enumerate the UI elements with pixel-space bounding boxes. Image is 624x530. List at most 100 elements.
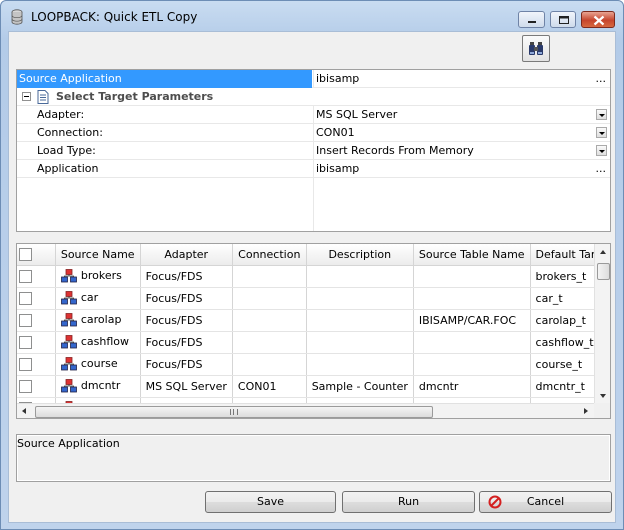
cell-description[interactable] <box>306 287 414 310</box>
cell-adapter[interactable]: Focus/FDS <box>140 309 233 332</box>
table-row[interactable]: dmcntr MS SQL Server CON01 Sample - Counter… <box>17 375 610 398</box>
table-row[interactable]: brokers Focus/FDS brokers_t <box>17 265 610 288</box>
cell-connection[interactable] <box>232 353 307 376</box>
property-value[interactable]: ibisamp ... <box>313 160 610 178</box>
document-icon <box>37 90 49 104</box>
scroll-left-arrow[interactable] <box>22 408 26 414</box>
vertical-scrollbar[interactable] <box>594 244 610 403</box>
maximize-button[interactable] <box>550 11 576 28</box>
select-all-checkbox[interactable] <box>19 248 32 261</box>
vertical-scroll-thumb[interactable] <box>597 263 610 280</box>
property-value-text: Insert Records From Memory <box>316 144 474 157</box>
table-node-icon <box>60 269 77 283</box>
property-row-source-application[interactable]: Source Application ibisamp ... <box>17 70 610 88</box>
cancel-icon <box>488 495 502 509</box>
property-row-connection[interactable]: Connection: CON01 <box>17 124 610 142</box>
cell-connection[interactable] <box>232 287 307 310</box>
collapse-icon[interactable] <box>22 92 31 101</box>
table-row[interactable]: course Focus/FDS course_t <box>17 353 610 376</box>
cell-description[interactable] <box>306 265 414 288</box>
table-row[interactable]: car Focus/FDS car_t <box>17 287 610 310</box>
property-value[interactable]: MS SQL Server <box>313 106 610 124</box>
horizontal-scrollbar[interactable] <box>17 403 594 418</box>
cell-source-table[interactable] <box>413 265 531 288</box>
scroll-grip <box>230 409 238 415</box>
row-select-cell[interactable] <box>17 353 56 376</box>
ellipsis-button[interactable]: ... <box>596 70 607 87</box>
cell-source-table[interactable]: IBISAMP/CAR.FOC <box>413 309 531 332</box>
property-value[interactable]: Insert Records From Memory <box>313 142 610 160</box>
cell-connection[interactable] <box>232 309 307 332</box>
property-row-adapter[interactable]: Adapter: MS SQL Server <box>17 106 610 124</box>
row-select-cell[interactable] <box>17 309 56 332</box>
close-icon <box>593 15 605 26</box>
row-select-cell[interactable] <box>17 287 56 310</box>
source-table: Source Name Adapter Connection Descripti… <box>17 244 610 418</box>
title-bar[interactable]: LOOPBACK: Quick ETL Copy <box>1 1 623 31</box>
dropdown-arrow-icon[interactable] <box>596 127 607 138</box>
property-row-application[interactable]: Application ibisamp ... <box>17 160 610 178</box>
cell-source-name[interactable]: carolap <box>55 309 141 332</box>
dropdown-arrow-icon[interactable] <box>596 109 607 120</box>
cell-source-name[interactable]: car <box>55 287 141 310</box>
cell-adapter[interactable]: Focus/FDS <box>140 287 233 310</box>
property-category-target[interactable]: Select Target Parameters <box>17 88 610 106</box>
row-checkbox[interactable] <box>19 357 32 371</box>
find-button[interactable] <box>522 35 550 62</box>
column-header[interactable]: Description <box>306 244 414 266</box>
table-node-icon <box>60 291 77 305</box>
cell-connection[interactable] <box>232 265 307 288</box>
cell-description[interactable]: Sample - Counter <box>306 375 414 398</box>
cell-source-table[interactable] <box>413 331 531 354</box>
close-button[interactable] <box>581 11 615 28</box>
description-panel: Source Application <box>16 434 611 482</box>
cell-adapter[interactable]: Focus/FDS <box>140 353 233 376</box>
cell-source-name[interactable]: cashflow <box>55 331 141 354</box>
row-checkbox[interactable] <box>19 291 32 305</box>
property-value[interactable]: ibisamp ... <box>313 70 610 88</box>
source-name-text: cashflow <box>80 335 129 348</box>
cell-adapter[interactable]: Focus/FDS <box>140 331 233 354</box>
property-value[interactable]: CON01 <box>313 124 610 142</box>
row-select-cell[interactable] <box>17 265 56 288</box>
column-header[interactable]: Connection <box>232 244 307 266</box>
horizontal-scroll-thumb[interactable] <box>35 406 433 418</box>
save-button[interactable]: Save <box>205 491 336 513</box>
row-checkbox[interactable] <box>19 313 32 327</box>
column-header[interactable]: Adapter <box>140 244 233 266</box>
cell-connection[interactable]: CON01 <box>232 375 307 398</box>
dropdown-arrow-icon[interactable] <box>596 145 607 156</box>
scroll-up-arrow[interactable] <box>600 250 606 254</box>
row-checkbox[interactable] <box>19 335 32 349</box>
column-header[interactable]: Source Name <box>55 244 141 266</box>
row-checkbox[interactable] <box>19 379 32 393</box>
row-select-cell[interactable] <box>17 375 56 398</box>
run-button[interactable]: Run <box>342 491 475 513</box>
row-checkbox[interactable] <box>19 269 32 283</box>
source-name-text: course <box>80 357 118 370</box>
cell-description[interactable] <box>306 353 414 376</box>
minimize-button[interactable] <box>518 11 545 28</box>
cell-connection[interactable] <box>232 331 307 354</box>
scroll-down-arrow[interactable] <box>600 394 606 398</box>
table-row[interactable]: carolap Focus/FDS IBISAMP/CAR.FOC carolap_t <box>17 309 610 332</box>
row-select-cell[interactable] <box>17 331 56 354</box>
table-row[interactable]: cashflow Focus/FDS cashflow_t <box>17 331 610 354</box>
cell-source-table[interactable]: dmcntr <box>413 375 531 398</box>
column-header-select[interactable] <box>17 244 56 266</box>
cell-source-name[interactable]: brokers <box>55 265 141 288</box>
cell-source-name[interactable]: course <box>55 353 141 376</box>
cell-source-name[interactable]: dmcntr <box>55 375 141 398</box>
cell-source-table[interactable] <box>413 287 531 310</box>
ellipsis-button[interactable]: ... <box>596 160 607 177</box>
column-header[interactable]: Source Table Name <box>413 244 531 266</box>
property-name: Source Application <box>17 70 312 88</box>
cell-source-table[interactable] <box>413 353 531 376</box>
cell-description[interactable] <box>306 331 414 354</box>
cancel-button[interactable]: Cancel <box>479 491 612 513</box>
cell-adapter[interactable]: Focus/FDS <box>140 265 233 288</box>
property-row-load-type[interactable]: Load Type: Insert Records From Memory <box>17 142 610 160</box>
cell-adapter[interactable]: MS SQL Server <box>140 375 233 398</box>
scroll-right-arrow[interactable] <box>584 408 588 414</box>
cell-description[interactable] <box>306 309 414 332</box>
